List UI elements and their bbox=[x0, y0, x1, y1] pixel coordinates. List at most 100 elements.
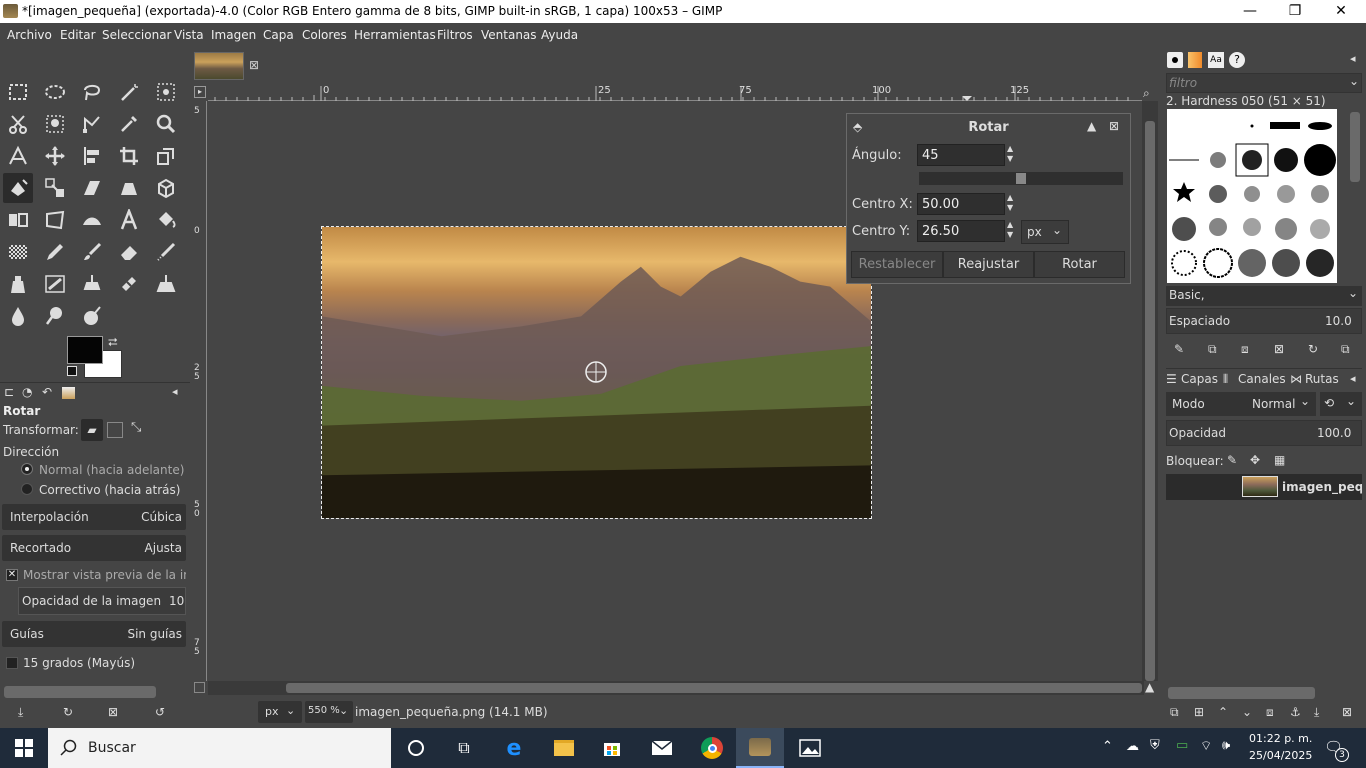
photos-icon[interactable] bbox=[786, 728, 834, 768]
close-window-button[interactable]: ✕ bbox=[1318, 0, 1364, 23]
new-layer-group-icon[interactable]: ⊞ bbox=[1194, 705, 1204, 719]
angle-input[interactable]: 45 bbox=[917, 144, 1005, 166]
readjust-button[interactable]: Reajustar bbox=[943, 251, 1034, 278]
device-status-tab-icon[interactable]: ◔ bbox=[22, 385, 32, 399]
dodge-burn-icon[interactable] bbox=[77, 301, 107, 331]
layers-scrollbar[interactable] bbox=[1168, 687, 1315, 699]
horizontal-scroll-thumb[interactable] bbox=[286, 683, 1142, 693]
unified-transform-icon[interactable] bbox=[151, 141, 181, 171]
layer-opacity-slider[interactable]: Opacidad 100.0 bbox=[1166, 420, 1362, 446]
text-icon[interactable] bbox=[114, 205, 144, 235]
menu-ayuda[interactable]: Ayuda bbox=[541, 28, 578, 42]
brushes-grid[interactable] bbox=[1167, 109, 1337, 283]
navigate-image-icon[interactable]: ▲ bbox=[1145, 680, 1154, 694]
reset-options-icon[interactable]: ↺ bbox=[155, 705, 165, 719]
tool-options-tab-icon[interactable]: ⊏ bbox=[4, 385, 14, 399]
dock-menu-icon[interactable]: ◂ bbox=[1350, 52, 1356, 65]
lock-pixels-icon[interactable]: ✎ bbox=[1227, 453, 1237, 467]
image-opacity-slider[interactable]: Opacidad de la imagen 10 bbox=[18, 587, 186, 615]
select-by-color-icon[interactable] bbox=[151, 77, 181, 107]
brushes-tab-icon[interactable] bbox=[1167, 52, 1183, 68]
brush-preset-select[interactable]: Basic, ⌄ bbox=[1166, 286, 1362, 306]
new-brush-icon[interactable]: ⧉ bbox=[1208, 342, 1217, 357]
restore-options-icon[interactable]: ↻ bbox=[63, 705, 73, 719]
lock-position-icon[interactable]: ✥ bbox=[1250, 453, 1260, 467]
mypaint-brush-icon[interactable] bbox=[40, 269, 70, 299]
clock-time[interactable]: 01:22 p. m. bbox=[1249, 732, 1312, 745]
default-colors-icon[interactable] bbox=[67, 366, 77, 376]
show-preview-checkbox[interactable]: ✕ bbox=[6, 569, 18, 581]
image-content[interactable] bbox=[321, 226, 872, 519]
3d-transform-icon[interactable] bbox=[151, 173, 181, 203]
help-tab-icon[interactable]: ? bbox=[1229, 52, 1245, 68]
dialog-shrink-icon[interactable]: ▲ bbox=[1087, 119, 1096, 133]
angle-spin-icon[interactable]: ▲ ▼ bbox=[1007, 144, 1017, 164]
delete-layer-icon[interactable]: ⊠ bbox=[1342, 705, 1352, 719]
center-x-spin-icon[interactable]: ▲ ▼ bbox=[1007, 193, 1017, 213]
color-picker-icon[interactable] bbox=[114, 109, 144, 139]
chrome-icon[interactable] bbox=[688, 728, 736, 768]
center-y-input[interactable]: 26.50 bbox=[917, 220, 1005, 242]
smudge-icon[interactable] bbox=[40, 301, 70, 331]
taskbar-search[interactable]: Buscar bbox=[48, 728, 391, 768]
store-icon[interactable] bbox=[588, 728, 636, 768]
menu-seleccionar[interactable]: Seleccionar bbox=[102, 28, 171, 42]
move-icon[interactable] bbox=[40, 141, 70, 171]
duplicate-brush-icon[interactable]: ⧈ bbox=[1241, 342, 1249, 357]
interpolation-select[interactable]: Interpolación Cúbica bbox=[2, 504, 186, 530]
file-explorer-icon[interactable] bbox=[540, 728, 588, 768]
clone-icon[interactable] bbox=[77, 269, 107, 299]
delete-options-icon[interactable]: ⊠ bbox=[108, 705, 118, 719]
foreground-color-swatch[interactable] bbox=[67, 336, 103, 364]
save-options-icon[interactable]: ⤓ bbox=[18, 705, 23, 720]
warp-transform-icon[interactable] bbox=[77, 205, 107, 235]
brush-filter-input[interactable]: filtro ⌄ bbox=[1166, 73, 1362, 93]
rotate-tool-icon[interactable] bbox=[3, 173, 33, 203]
refresh-brushes-icon[interactable]: ↻ bbox=[1308, 342, 1318, 356]
vertical-scrollbar[interactable] bbox=[1142, 101, 1158, 681]
delete-brush-icon[interactable]: ⊠ bbox=[1274, 342, 1284, 356]
direction-normal-radio[interactable] bbox=[21, 463, 33, 475]
perspective-icon[interactable] bbox=[114, 173, 144, 203]
clipping-select[interactable]: Recortado Ajusta bbox=[2, 535, 186, 561]
cortana-icon[interactable] bbox=[392, 728, 440, 768]
blur-icon[interactable] bbox=[3, 301, 33, 331]
menu-ventanas[interactable]: Ventanas bbox=[481, 28, 537, 42]
flip-icon[interactable] bbox=[3, 205, 33, 235]
anchor-layer-icon[interactable]: ⚓ bbox=[1290, 705, 1301, 719]
spacing-slider[interactable]: Espaciado 10.0 bbox=[1166, 308, 1362, 334]
panel-menu-icon[interactable]: ◂ bbox=[172, 385, 178, 398]
mode-select[interactable]: Modo Normal ⌄ bbox=[1166, 392, 1316, 416]
menu-editar[interactable]: Editar bbox=[60, 28, 96, 42]
brushes-scrollbar[interactable] bbox=[1350, 112, 1360, 182]
network-icon[interactable]: ⌔ bbox=[1200, 738, 1212, 754]
gimp-taskbar-icon[interactable] bbox=[736, 728, 784, 768]
scale-icon[interactable] bbox=[40, 173, 70, 203]
volume-icon[interactable]: 🕪 bbox=[1222, 738, 1230, 753]
edit-brush-icon[interactable]: ✎ bbox=[1174, 342, 1184, 356]
reset-button[interactable]: Restablecer bbox=[851, 251, 943, 278]
foreground-select-icon[interactable] bbox=[40, 109, 70, 139]
center-y-spin-icon[interactable]: ▲ ▼ bbox=[1007, 220, 1017, 240]
cage-transform-icon[interactable] bbox=[40, 205, 70, 235]
menu-imagen[interactable]: Imagen bbox=[211, 28, 256, 42]
tool-options-scrollbar[interactable] bbox=[4, 686, 156, 698]
vertical-scroll-thumb[interactable] bbox=[1145, 121, 1155, 681]
show-hidden-icons-icon[interactable]: ⌃ bbox=[1102, 739, 1113, 754]
zoom-select[interactable]: 550 % ⌄ bbox=[305, 701, 353, 723]
lock-alpha-icon[interactable]: ▦ bbox=[1274, 453, 1285, 467]
rotate-center-crosshair-icon[interactable] bbox=[584, 360, 608, 384]
fuzzy-select-icon[interactable] bbox=[114, 77, 144, 107]
measure-icon[interactable] bbox=[3, 141, 33, 171]
open-brush-as-image-icon[interactable]: ⧉ bbox=[1341, 342, 1350, 357]
align-icon[interactable] bbox=[77, 141, 107, 171]
paintbrush-icon[interactable] bbox=[77, 237, 107, 267]
lasso-icon[interactable] bbox=[77, 77, 107, 107]
zoom-fit-icon[interactable]: ⌕ bbox=[1143, 86, 1150, 101]
clock-date[interactable]: 25/04/2025 bbox=[1249, 749, 1312, 762]
raise-layer-icon[interactable]: ⌃ bbox=[1218, 705, 1228, 719]
menu-archivo[interactable]: Archivo bbox=[7, 28, 52, 42]
patterns-tab-icon[interactable] bbox=[1188, 52, 1202, 68]
ink-icon[interactable] bbox=[3, 269, 33, 299]
unit-select[interactable]: px ⌄ bbox=[258, 701, 302, 723]
